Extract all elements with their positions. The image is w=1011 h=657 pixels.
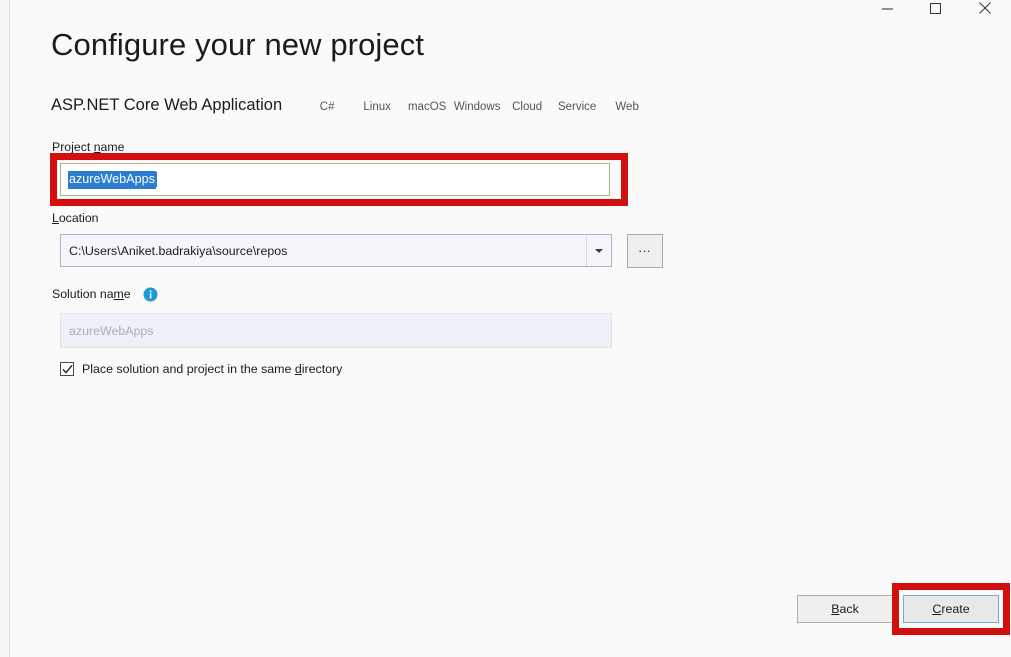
tag-windows: Windows	[452, 97, 502, 115]
same-directory-checkbox-row[interactable]: Place solution and project in the same d…	[60, 362, 342, 376]
back-button-label: Back	[831, 602, 859, 616]
tag-label: Service	[557, 101, 597, 113]
tag-language: C#	[302, 97, 352, 115]
solution-name-value: azureWebApps	[69, 323, 154, 338]
minimize-icon	[881, 3, 893, 14]
minimize-button[interactable]	[864, 0, 910, 16]
label-text: Solution na	[52, 287, 114, 301]
tag-linux: Linux	[352, 97, 402, 115]
template-tag-list: C# Linux macOS Windows Cloud Service Web	[302, 97, 652, 115]
close-button[interactable]	[962, 0, 1008, 16]
label-accel: L	[52, 211, 59, 225]
project-name-value: azureWebApps	[68, 170, 156, 189]
info-icon[interactable]	[143, 287, 158, 302]
tag-label: Web	[615, 101, 639, 113]
project-name-label: Project name	[52, 140, 124, 154]
template-name: ASP.NET Core Web Application	[51, 96, 283, 114]
tag-service: Service	[552, 97, 602, 115]
label-accel: n	[93, 140, 101, 154]
tag-label: macOS	[407, 101, 447, 113]
page-title: Configure your new project	[51, 27, 425, 62]
template-summary: ASP.NET Core Web Application C# Linux ma…	[51, 96, 652, 115]
maximize-button[interactable]	[912, 0, 958, 16]
label-accel: m	[113, 287, 124, 301]
tag-label: Windows	[453, 101, 501, 113]
window-left-edge	[0, 0, 10, 657]
maximize-icon	[929, 3, 941, 14]
title-bar	[10, 0, 1011, 18]
create-button[interactable]: Create	[903, 595, 999, 623]
chevron-down-icon[interactable]	[586, 235, 611, 266]
label-text: ack	[839, 602, 859, 616]
back-button[interactable]: Back	[797, 595, 893, 623]
label-text: irectory	[301, 362, 343, 376]
label-text: ocation	[58, 211, 99, 225]
caret-shape	[595, 248, 603, 253]
checkmark-icon	[61, 364, 73, 374]
tag-macos: macOS	[402, 97, 452, 115]
label-accel: d	[294, 362, 302, 376]
ellipsis-icon: ...	[638, 241, 652, 255]
create-button-label: Create	[932, 602, 969, 616]
tag-cloud: Cloud	[502, 97, 552, 115]
label-accel: C	[932, 602, 942, 616]
label-text: ame	[100, 140, 125, 154]
solution-name-label: Solution name	[52, 287, 131, 301]
tag-label: Cloud	[512, 101, 543, 113]
label-text: Place solution and project in the same	[82, 362, 295, 376]
text-caret	[155, 172, 157, 187]
browse-folder-button[interactable]: ...	[627, 234, 663, 268]
location-combobox[interactable]: C:\Users\Aniket.badrakiya\source\repos	[60, 234, 612, 267]
same-directory-label: Place solution and project in the same d…	[82, 362, 342, 376]
label-text: reate	[941, 602, 970, 616]
tag-label: C#	[319, 101, 335, 113]
project-name-input[interactable]: azureWebApps	[60, 163, 610, 196]
label-text: e	[123, 287, 131, 301]
same-directory-checkbox[interactable]	[60, 362, 74, 376]
configure-project-dialog: Configure your new project ASP.NET Core …	[0, 0, 1011, 657]
dialog-body: Configure your new project ASP.NET Core …	[10, 0, 1011, 657]
tag-label: Linux	[363, 101, 391, 113]
label-text: Project	[52, 140, 94, 154]
tag-web: Web	[602, 97, 652, 115]
solution-name-input: azureWebApps	[60, 313, 612, 348]
location-label: Location	[52, 211, 99, 225]
location-value: C:\Users\Aniket.badrakiya\source\repos	[69, 243, 288, 258]
close-icon	[979, 2, 991, 14]
